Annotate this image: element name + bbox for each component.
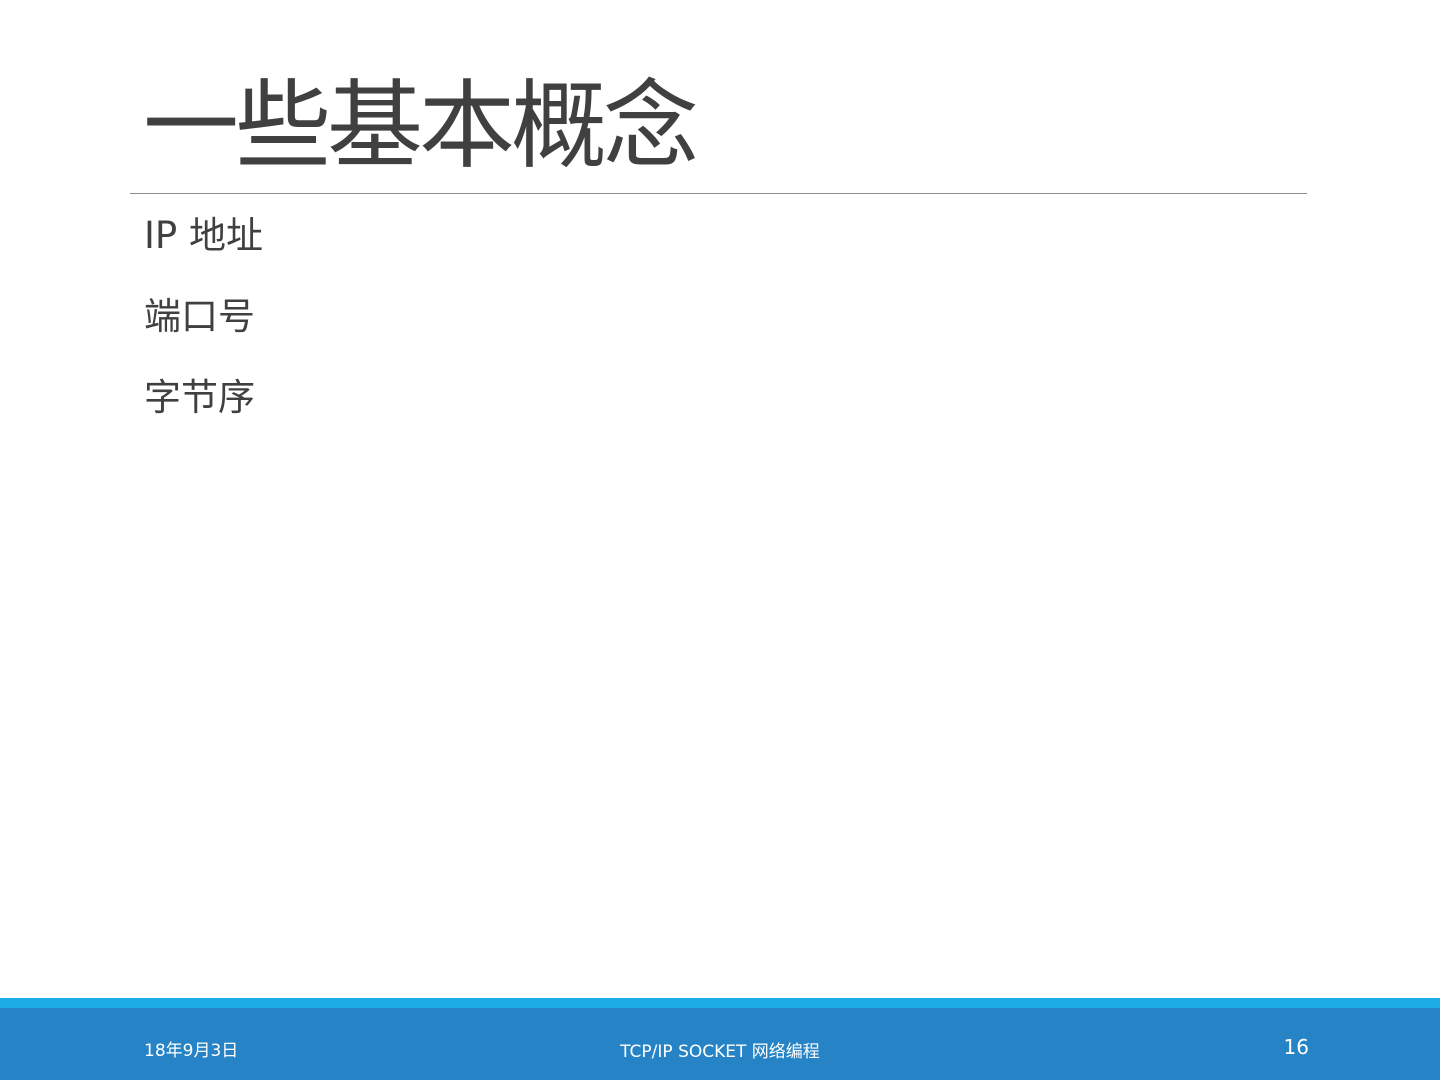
page-number: 16 bbox=[1283, 1035, 1309, 1059]
footer-accent-band bbox=[0, 998, 1440, 1008]
bullet-item: 端口号 bbox=[144, 295, 255, 338]
bullet-item: 字节序 bbox=[144, 376, 255, 419]
slide-title: 一些基本概念 bbox=[143, 70, 699, 182]
footer-caption: TCP/IP SOCKET 网络编程 bbox=[620, 1042, 820, 1062]
bullet-list: IP 地址 端口号 字节序 bbox=[144, 215, 263, 458]
bullet-item: IP 地址 bbox=[144, 214, 263, 257]
title-divider bbox=[130, 193, 1307, 194]
slide-footer: 18年9月3日 TCP/IP SOCKET 网络编程 16 bbox=[0, 1008, 1440, 1080]
